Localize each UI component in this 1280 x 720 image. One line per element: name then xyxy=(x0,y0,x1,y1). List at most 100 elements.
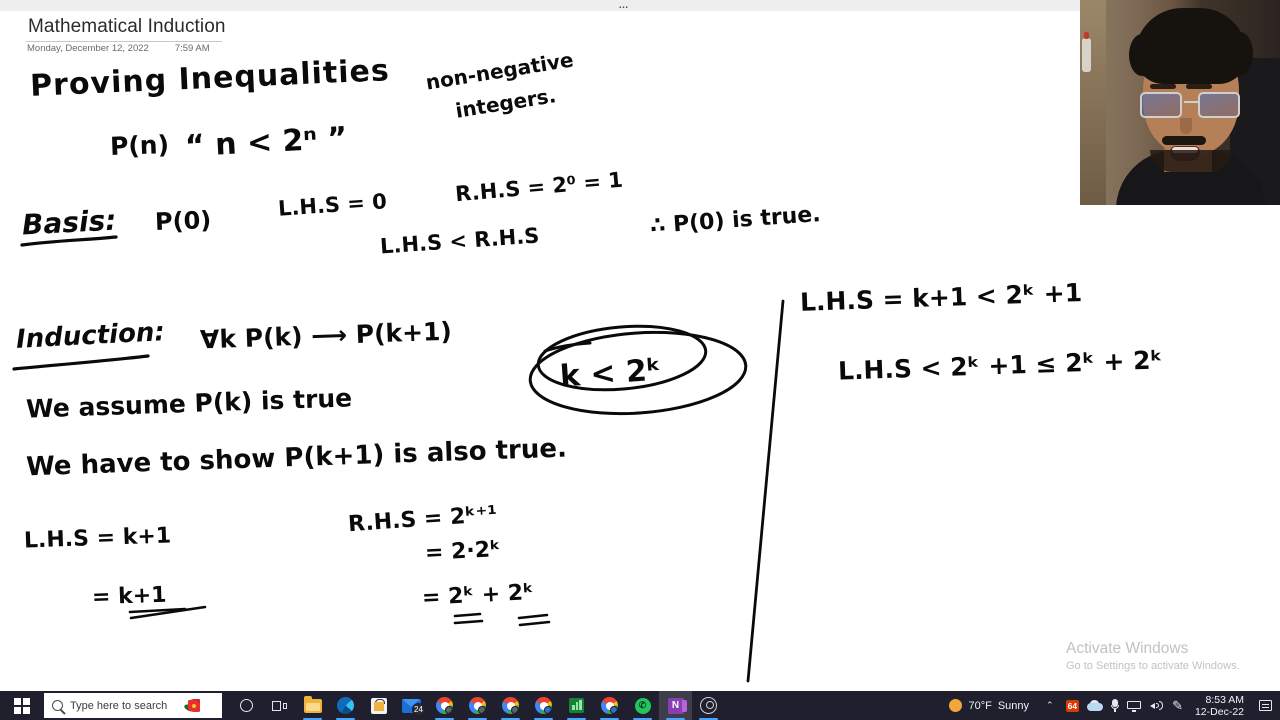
chrome-icon xyxy=(535,697,552,714)
overflow-menu-icon[interactable]: … xyxy=(612,0,636,11)
onenote-icon: N xyxy=(667,697,687,714)
poinsettia-icon[interactable] xyxy=(182,696,204,716)
tray-badge-count: 64 xyxy=(1065,699,1080,712)
tray-onedrive[interactable] xyxy=(1083,700,1107,711)
ink-basis-rhs: R.H.S = 2⁰ = 1 xyxy=(454,167,624,207)
ink-basis-predicate: P(0) xyxy=(154,206,212,236)
pen-icon: ✎ xyxy=(1172,697,1183,713)
webcam-bottle xyxy=(1082,32,1091,72)
sun-icon xyxy=(949,699,963,712)
search-placeholder: Type here to search xyxy=(70,699,168,712)
ink-assume-line: We assume P(k) is true xyxy=(25,383,353,424)
webcam-person-hair xyxy=(1129,8,1253,84)
clock-date: 12-Dec-22 xyxy=(1194,705,1244,718)
tray-microphone[interactable] xyxy=(1107,699,1123,712)
edge-icon xyxy=(337,697,354,714)
windows-logo-icon xyxy=(14,697,30,714)
taskbar-item-store[interactable] xyxy=(362,691,395,720)
ink-heading: Proving Inequalities xyxy=(29,53,391,104)
chrome-icon xyxy=(601,697,618,714)
chrome-icon xyxy=(436,697,453,714)
ink-rhs-line1: R.H.S = 2ᵏ⁺¹ xyxy=(347,501,499,538)
mail-badge: 24 xyxy=(412,702,425,716)
store-icon xyxy=(370,697,387,714)
ink-rhs-line2: = 2·2ᵏ xyxy=(424,537,502,566)
notification-center-button[interactable] xyxy=(1254,691,1276,720)
notification-icon xyxy=(1258,700,1272,711)
weather-temperature: 70°F xyxy=(968,699,992,712)
task-view-icon xyxy=(272,700,287,712)
onedrive-icon xyxy=(1087,700,1104,711)
taskbar-item-chrome-1[interactable] xyxy=(428,691,461,720)
start-button[interactable] xyxy=(0,691,44,720)
ink-circled-hypothesis: k < 2ᵏ xyxy=(558,352,663,395)
cortana-icon xyxy=(240,699,253,712)
microphone-icon xyxy=(1111,699,1120,712)
clock[interactable]: 8:53 AM 12-Dec-22 xyxy=(1187,694,1254,718)
taskbar-item-mail[interactable]: 24 xyxy=(395,691,428,720)
ink-predicate: P(n) xyxy=(109,129,170,162)
chrome-icon xyxy=(502,697,519,714)
network-icon xyxy=(1127,700,1142,712)
page-time: 7:59 AM xyxy=(174,43,210,54)
tray-weather[interactable]: 70°F Sunny xyxy=(940,699,1038,712)
taskbar-item-file-explorer[interactable] xyxy=(296,691,329,720)
taskbar-item-chrome-5[interactable] xyxy=(593,691,626,720)
webcam-glasses xyxy=(1138,92,1244,118)
tray-badge-64[interactable]: 64 xyxy=(1062,699,1083,712)
taskbar-item-task-view[interactable] xyxy=(263,691,296,720)
mail-icon: 24 xyxy=(402,698,425,716)
ink-show-line: We have to show P(k+1) is also true. xyxy=(25,433,568,483)
ink-predicate-statement: “ n < 2ⁿ ” xyxy=(184,120,349,165)
clock-time: 8:53 AM xyxy=(1205,693,1244,706)
sheets-icon xyxy=(569,698,584,713)
webcam-eyebrow-left xyxy=(1150,84,1176,89)
ink-rhs-line3: = 2ᵏ + 2ᵏ xyxy=(421,580,535,611)
taskbar-item-obs[interactable] xyxy=(692,691,725,720)
search-input[interactable]: Type here to search xyxy=(44,693,222,718)
watermark-subtitle: Go to Settings to activate Windows. xyxy=(1066,660,1240,672)
ink-domain-line2: integers. xyxy=(453,83,558,123)
title-underline-rule xyxy=(26,41,222,42)
taskbar-item-sheets[interactable] xyxy=(560,691,593,720)
weather-condition: Sunny xyxy=(997,699,1030,712)
taskbar-item-chrome-3[interactable] xyxy=(494,691,527,720)
volume-icon xyxy=(1150,700,1164,712)
webcam-beard xyxy=(1150,150,1232,172)
taskbar-app-icons: 24 ✆ N xyxy=(230,691,725,720)
activate-windows-watermark: Activate Windows Go to Settings to activ… xyxy=(1066,639,1276,674)
taskbar-item-edge[interactable] xyxy=(329,691,362,720)
ink-lhs-line2: = k+1 xyxy=(91,582,167,611)
page-date: Monday, December 12, 2022 xyxy=(27,43,149,54)
webcam-moustache xyxy=(1162,136,1206,145)
ink-right-line2: L.H.S < 2ᵏ +1 ≤ 2ᵏ + 2ᵏ xyxy=(837,345,1164,386)
windows-taskbar: Type here to search 24 ✆ N 70°F Sunny ⌃ … xyxy=(0,691,1280,720)
ink-induction-label: Induction: xyxy=(15,317,166,355)
watermark-title: Activate Windows xyxy=(1066,640,1189,657)
page-metadata: Monday, December 12, 2022 7:59 AM xyxy=(27,43,210,54)
page-title[interactable]: Mathematical Induction xyxy=(28,16,226,38)
glasses-lens-right xyxy=(1198,92,1240,118)
tray-network[interactable] xyxy=(1123,700,1146,712)
taskbar-item-cortana[interactable] xyxy=(230,691,263,720)
ink-right-line1: L.H.S = k+1 < 2ᵏ +1 xyxy=(799,278,1083,317)
show-hidden-icons-chevron-icon[interactable]: ⌃ xyxy=(1038,700,1062,711)
tray-pen[interactable]: ✎ xyxy=(1168,698,1187,714)
ink-basis-lhs: L.H.S = 0 xyxy=(277,189,388,221)
whatsapp-icon: ✆ xyxy=(634,697,651,714)
webcam-nose xyxy=(1180,118,1192,134)
glasses-lens-left xyxy=(1140,92,1182,118)
taskbar-item-onenote[interactable]: N xyxy=(659,691,692,720)
taskbar-item-whatsapp[interactable]: ✆ xyxy=(626,691,659,720)
ink-basis-compare: L.H.S < R.H.S xyxy=(379,223,541,259)
screen: … Mathematical Induction Monday, Decembe… xyxy=(0,0,1280,720)
webcam-eyebrow-right xyxy=(1186,84,1212,89)
webcam-overlay[interactable] xyxy=(1080,0,1280,205)
obs-icon xyxy=(700,697,717,714)
search-icon xyxy=(52,700,63,711)
tray-volume[interactable] xyxy=(1146,700,1168,712)
taskbar-item-chrome-2[interactable] xyxy=(461,691,494,720)
taskbar-item-chrome-4[interactable] xyxy=(527,691,560,720)
webcam-shelf xyxy=(1080,0,1106,205)
ink-basis-conclusion: ∴ P(0) is true. xyxy=(649,202,822,239)
